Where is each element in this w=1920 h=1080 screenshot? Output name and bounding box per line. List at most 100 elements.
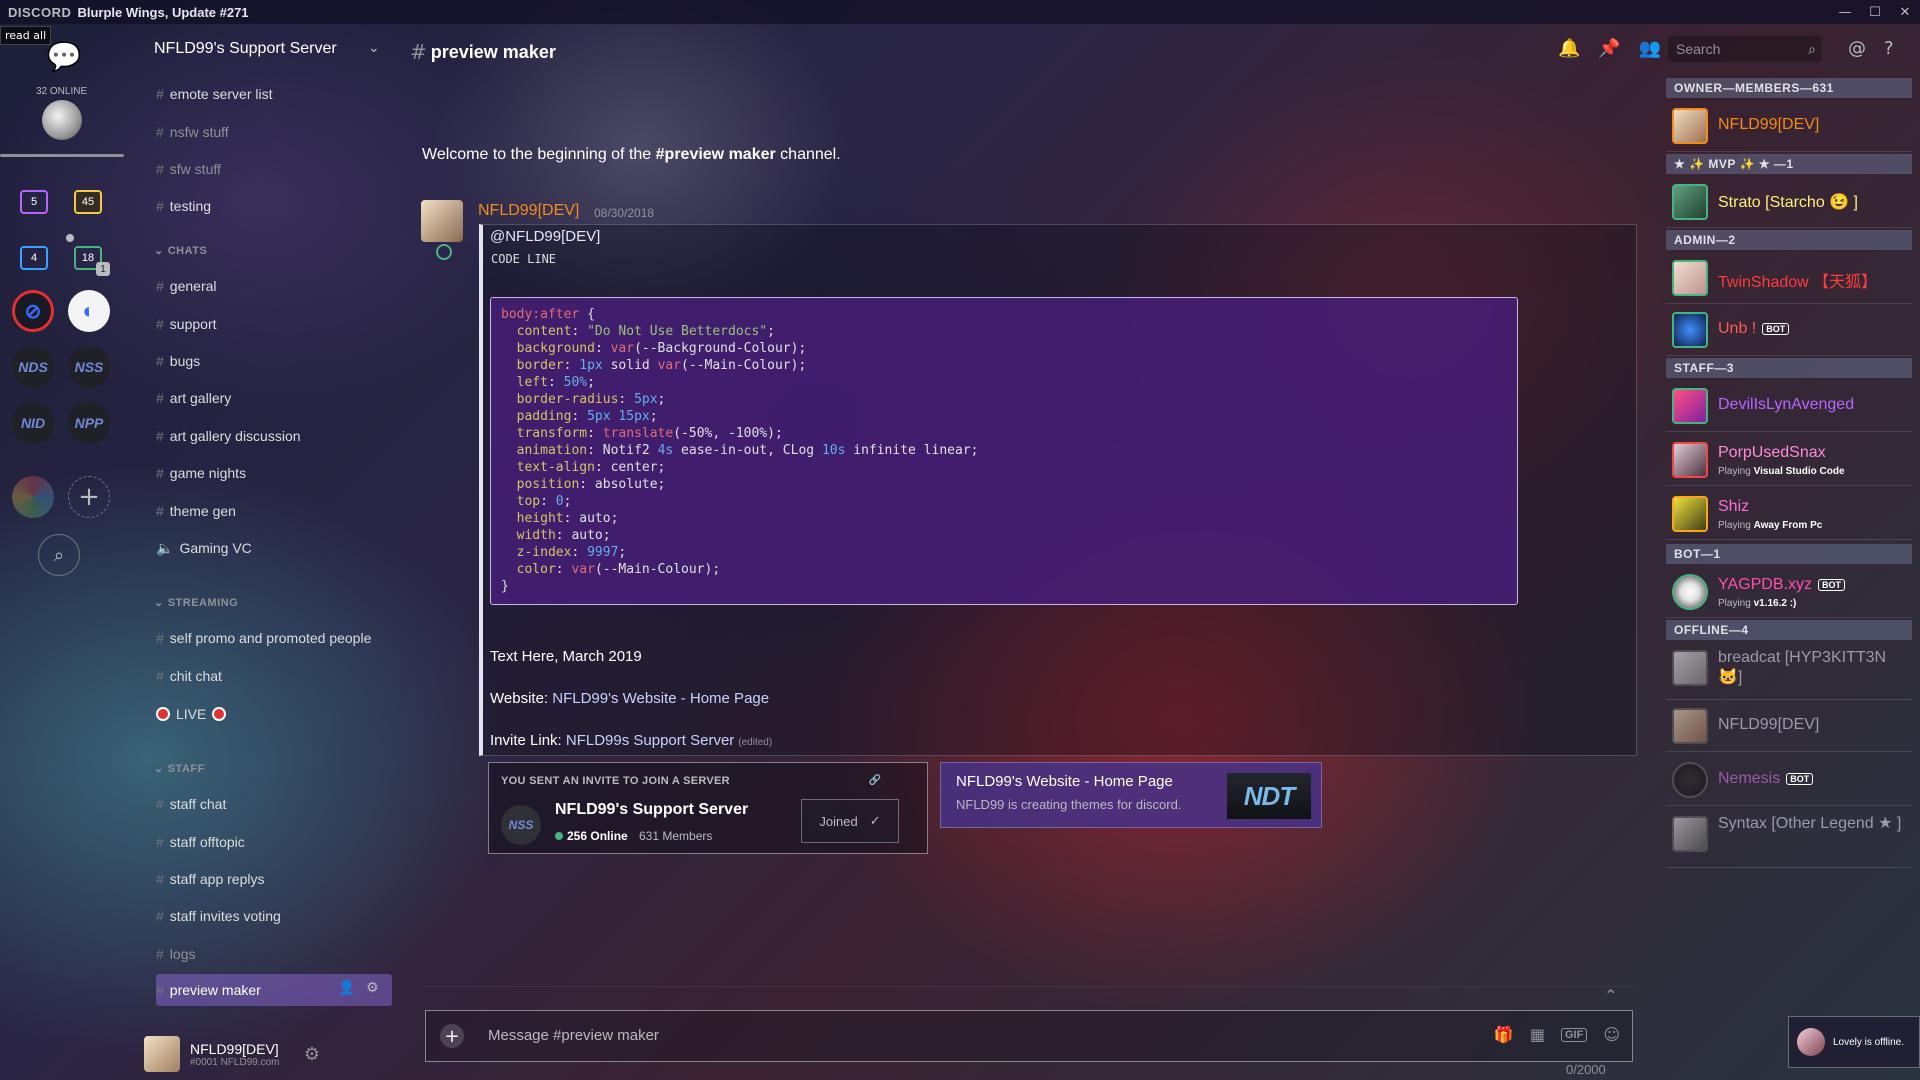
server-name[interactable]: NFLD99's Support Server [154,40,337,58]
gif-icon[interactable]: GIF [1560,1027,1588,1042]
channel-emote-server-list[interactable]: # emote server list [156,84,273,104]
upload-plus-icon[interactable]: + [440,1024,464,1048]
channel-logs[interactable]: # logs [156,944,195,964]
channel-sfw-stuff[interactable]: # sfw stuff [156,159,221,179]
member-row[interactable]: DevilIsLynAvenged [1666,380,1912,432]
member-category: BOT—1 [1666,544,1912,564]
channel-preview-maker[interactable]: # preview maker [156,980,261,1000]
member-row[interactable]: NFLD99[DEV] [1666,700,1912,752]
activity-name: Away From Pc [1753,520,1823,531]
add-server-button[interactable]: + [68,476,110,518]
invite-online: 256 Online [555,829,628,843]
embed-thumbnail: NDT [1227,773,1311,819]
minimize-icon[interactable]: — [1830,0,1860,24]
embed-title[interactable]: NFLD99's Website - Home Page [956,773,1173,790]
member-category: STAFF—3 [1666,358,1912,378]
invite-icon[interactable]: 👤 [338,980,355,996]
help-icon[interactable]: ? [1884,38,1894,59]
member-row[interactable]: TwinShadow 【天狐】 [1666,252,1912,304]
invite-link[interactable]: NFLD99s Support Server [566,732,734,749]
close-icon[interactable]: ✕ [1890,0,1920,24]
member-row[interactable]: Shiz Playing Away From Pc [1666,488,1912,540]
guild-icon-nds[interactable]: NDS [12,346,54,388]
read-all-button[interactable]: read all [0,26,52,45]
channel-staff-offtopic[interactable]: # staff offtopic [156,832,245,852]
search-input[interactable]: Search ⌕ [1668,36,1822,62]
link-icon[interactable]: 🔗 [869,775,881,786]
guild-icon-nid[interactable]: NID [12,402,54,444]
chevron-up-icon[interactable]: ⌃ [1604,986,1617,1005]
settings-gear-icon[interactable]: ⚙ [304,1044,320,1065]
member-row[interactable]: YAGPDB.xyz BOT Playing v1.16.2 :) [1666,566,1912,618]
member-name: TwinShadow 【天狐】 [1718,274,1878,291]
message-author[interactable]: NFLD99[DEV] [478,202,579,220]
channel-game-nights[interactable]: # game nights [156,463,246,483]
member-row[interactable]: Nemesis BOT [1666,754,1912,806]
bell-icon[interactable]: 🔔 [1558,38,1580,59]
channel-general[interactable]: # general [156,276,217,296]
folder-badge[interactable]: 4 [20,246,48,270]
activity-prefix: Playing [1718,466,1754,477]
channel-self-promo[interactable]: # self promo and promoted people [156,628,371,648]
category-streaming[interactable]: ⌄ STREAMING [154,596,238,609]
category-staff[interactable]: ⌄ STAFF [154,762,205,775]
message-input[interactable]: + Message #preview maker 🎁 ▦ GIF ☺ [425,1010,1633,1062]
member-activity: Playing v1.16.2 :) [1718,598,1796,609]
folder-badge[interactable]: 45 [74,190,102,214]
pin-icon[interactable]: 📌 [1598,38,1620,59]
message-text: Text Here, March 2019 [490,648,642,665]
channel-art-gallery-discussion[interactable]: # art gallery discussion [156,426,301,446]
guild-icon-npp[interactable]: NPP [68,402,110,444]
member-row[interactable]: NFLD99[DEV] [1666,100,1912,152]
channel-staff-chat[interactable]: # staff chat [156,794,226,814]
emoji-icon[interactable]: ☺ [1603,1025,1620,1044]
joined-button[interactable]: Joined ✓ [801,799,899,843]
hash-icon: # [410,40,427,64]
members-icon[interactable]: 👥 [1639,38,1661,59]
server-discovery-icon[interactable]: ⌕ [38,534,80,576]
channel-gaming-vc[interactable]: 🔈 Gaming VC [156,538,252,558]
member-row[interactable]: Syntax [Other Legend ★ ] [1666,808,1912,868]
gear-icon[interactable]: ⚙ [366,980,379,996]
guild-icon-logo[interactable]: ◐ [68,290,110,332]
direct-messages-icon[interactable]: 💬 [46,38,82,74]
online-dot-icon [555,832,563,840]
channel-art-gallery[interactable]: # art gallery [156,388,231,408]
channel-staff-invites-voting[interactable]: # staff invites voting [156,906,281,926]
guild-sidebar: read all 💬 32 ONLINE 5 45 4 18 1 ⊘ ◐ NDS… [0,24,124,1080]
channel-theme-gen[interactable]: # theme gen [156,501,236,521]
mentions-icon[interactable]: @ [1848,38,1866,59]
chevron-down-icon[interactable]: ⌄ [368,40,380,56]
mention[interactable]: @NFLD99[DEV] [490,228,600,245]
folder-badge[interactable]: 5 [20,190,48,214]
avatar[interactable] [144,1036,180,1072]
channel-support[interactable]: # support [156,314,217,334]
hash-icon: # [156,124,164,140]
channel-testing[interactable]: # testing [156,196,211,216]
maximize-icon[interactable]: ☐ [1860,0,1890,24]
guild-icon-nss[interactable]: NSS [68,346,110,388]
home-avatar[interactable] [42,100,82,140]
guild-icon-rainbow[interactable] [12,476,54,518]
category-chats[interactable]: ⌄ CHATS [154,244,207,257]
sticker-icon[interactable]: ▦ [1530,1025,1545,1044]
channel-label: LIVE [176,706,207,722]
website-link[interactable]: NFLD99's Website - Home Page [552,690,769,707]
link-embed[interactable]: NFLD99's Website - Home Page NFLD99 is c… [940,762,1322,828]
gift-icon[interactable]: 🎁 [1494,1025,1514,1044]
guild-icon-block[interactable]: ⊘ [12,290,54,332]
guild-separator [0,154,124,157]
member-row[interactable]: Strato [Starcho 😉 ] [1666,176,1912,228]
channel-staff-app-replys[interactable]: # staff app replys [156,869,264,889]
member-row[interactable]: PorpUsedSnax Playing Visual Studio Code [1666,434,1912,486]
channel-sidebar: NFLD99's Support Server ⌄ # emote server … [124,24,392,1080]
code-block: body:after { content: "Do Not Use Better… [490,297,1518,605]
channel-chit-chat[interactable]: # chit chat [156,666,222,686]
channel-live[interactable]: LIVE [156,704,227,724]
channel-nsfw-stuff[interactable]: # nsfw stuff [156,122,229,142]
member-row[interactable]: breadcat [HYP3KITT3N 🐱] [1666,642,1912,700]
channel-bugs[interactable]: # bugs [156,351,200,371]
member-row[interactable]: Unb ! BOT [1666,304,1912,356]
hash-icon: # [156,161,164,177]
avatar[interactable] [421,200,463,242]
